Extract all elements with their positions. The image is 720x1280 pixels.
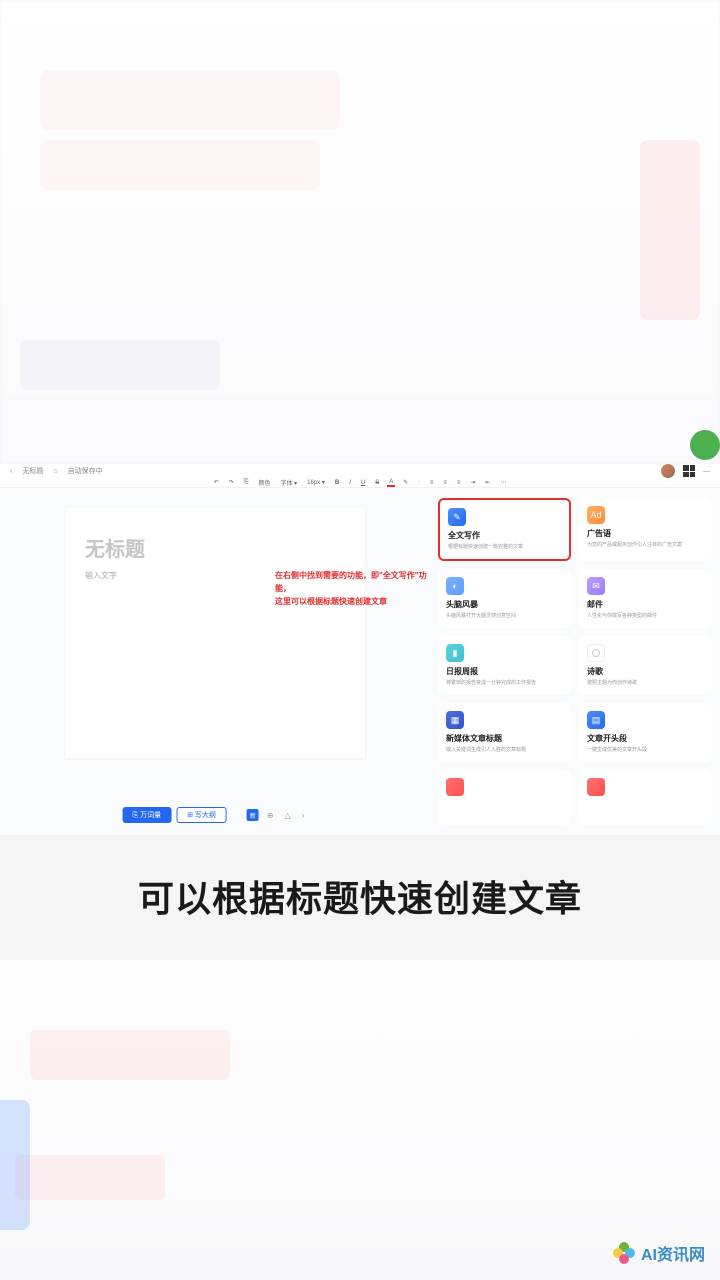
- watermark-text: AI资讯网: [641, 1241, 705, 1265]
- indicator-dot: [690, 430, 720, 460]
- bold-button[interactable]: B: [333, 480, 341, 486]
- card-icon: [446, 778, 464, 796]
- undo-button[interactable]: ↶: [212, 479, 221, 486]
- add-icon[interactable]: ⊕: [264, 811, 277, 820]
- save-status: 自动保存中: [68, 466, 103, 476]
- templates-panel: ✎ 全文写作根据标题快速创建一篇完整的文章 Ad 广告语为您的产品或服务创作引人注目的…: [430, 488, 720, 835]
- watermark-icon: [613, 1242, 635, 1264]
- apps-icon[interactable]: [683, 465, 695, 477]
- card-title: 广告语: [587, 528, 704, 539]
- underline-button[interactable]: U: [359, 480, 367, 486]
- video-caption: 可以根据标题快速创建文章: [0, 870, 720, 922]
- size-select[interactable]: 16px ▾: [305, 479, 327, 486]
- card-title: 日报周报: [446, 666, 563, 677]
- card-title: 新媒体文章标题: [446, 733, 563, 744]
- card-title: 文章开头段: [587, 733, 704, 744]
- align-left-button[interactable]: ≡: [428, 480, 436, 486]
- save-icon: ⌂: [53, 468, 57, 475]
- annotation-line: 在右侧中找到需要的功能，即"全文写作"功能，: [275, 570, 430, 596]
- blur-panel: [0, 1100, 30, 1230]
- align-right-button[interactable]: ≡: [455, 480, 463, 486]
- wordcount-button[interactable]: ⎘ 万词量: [123, 807, 172, 823]
- blur-panel: [15, 1155, 165, 1200]
- template-card[interactable]: ▦ 新媒体文章标题输入关键词生成引人入胜的文章标题: [438, 703, 571, 762]
- card-icon: ✎: [448, 508, 466, 526]
- back-icon[interactable]: ‹: [10, 468, 12, 475]
- template-card[interactable]: 诗歌按照主题为你创作诗歌: [579, 636, 712, 695]
- blur-panel: [40, 140, 320, 190]
- app-window: ‹ 无标题 ⌂ 自动保存中 — ↶ ↷ ⎘ 颜色 字体 ▾ 16px ▾ B I…: [0, 464, 720, 816]
- new-badge[interactable]: 新: [247, 809, 259, 821]
- toolbar: ↶ ↷ ⎘ 颜色 字体 ▾ 16px ▾ B I U S A ✎ | ≡ ≡ ≡…: [0, 478, 720, 488]
- card-icon: ▤: [587, 711, 605, 729]
- topbar: ‹ 无标题 ⌂ 自动保存中 —: [0, 464, 720, 478]
- outline-button[interactable]: ⊞ 写大纲: [176, 807, 227, 823]
- card-desc: 按照主题为你创作诗歌: [587, 680, 704, 687]
- card-icon: Ad: [587, 506, 605, 524]
- template-card[interactable]: ✎ 全文写作根据标题快速创建一篇完整的文章: [438, 498, 571, 561]
- card-title: 头脑风暴: [446, 599, 563, 610]
- background-blur-bottom: [0, 960, 720, 1280]
- card-title: 诗歌: [587, 666, 704, 677]
- avatar[interactable]: [661, 464, 675, 478]
- card-desc: 将繁琐的报告变成一分钟完成的工作报告: [446, 680, 563, 687]
- blur-panel: [40, 70, 340, 130]
- blur-panel: [20, 340, 220, 390]
- main-area: 无标题 输入文字 在右侧中找到需要的功能，即"全文写作"功能， 这里可以根据标题…: [0, 488, 720, 835]
- reset-button[interactable]: 颜色: [256, 478, 272, 487]
- template-card[interactable]: ✉ 邮件人性化与你撰写各种类型的邮件: [579, 569, 712, 628]
- editor-panel: 无标题 输入文字 在右侧中找到需要的功能，即"全文写作"功能， 这里可以根据标题…: [0, 488, 430, 835]
- font-select[interactable]: 字体 ▾: [278, 478, 299, 487]
- italic-button[interactable]: I: [347, 480, 353, 486]
- align-center-button[interactable]: ≡: [441, 480, 449, 486]
- format-button[interactable]: ⎘: [242, 479, 251, 486]
- template-card[interactable]: ▮ 日报周报将繁琐的报告变成一分钟完成的工作报告: [438, 636, 571, 695]
- next-icon[interactable]: ›: [299, 811, 308, 820]
- template-card[interactable]: ◐ 头脑风暴头脑风暴打开大脑灵感创意空间: [438, 569, 571, 628]
- blur-panel: [30, 1030, 230, 1080]
- card-icon: [587, 644, 605, 662]
- outdent-button[interactable]: ⇤: [483, 479, 492, 486]
- card-icon: ▦: [446, 711, 464, 729]
- card-icon: ▮: [446, 644, 464, 662]
- blur-panel: [640, 140, 700, 320]
- template-card[interactable]: [579, 770, 712, 825]
- card-desc: 根据标题快速创建一篇完整的文章: [448, 544, 561, 551]
- strike-button[interactable]: S: [373, 480, 381, 486]
- card-desc: 一键生成优美的文章开头段: [587, 747, 704, 754]
- template-card[interactable]: Ad 广告语为您的产品或服务创作引人注目的广告文案: [579, 498, 712, 561]
- card-icon: ✉: [587, 577, 605, 595]
- fontcolor-button[interactable]: A: [387, 479, 395, 487]
- indent-button[interactable]: ⇥: [468, 479, 477, 486]
- card-desc: 人性化与你撰写各种类型的邮件: [587, 613, 704, 620]
- card-desc: 为您的产品或服务创作引人注目的广告文案: [587, 542, 704, 549]
- more-button[interactable]: ⋯: [498, 479, 508, 486]
- card-icon: [587, 778, 605, 796]
- up-icon[interactable]: △: [282, 811, 294, 820]
- card-title: 邮件: [587, 599, 704, 610]
- annotation-line: 这里可以根据标题快速创建文章: [275, 596, 430, 609]
- page-name: 无标题: [22, 466, 43, 476]
- card-desc: 输入关键词生成引人入胜的文章标题: [446, 747, 563, 754]
- template-card[interactable]: ▤ 文章开头段一键生成优美的文章开头段: [579, 703, 712, 762]
- editor-bottombar: ⎘ 万词量 ⊞ 写大纲 新 ⊕ △ ›: [123, 807, 308, 823]
- document-page[interactable]: 无标题 输入文字: [65, 508, 365, 758]
- minimize-icon[interactable]: —: [703, 468, 710, 475]
- card-title: 全文写作: [448, 530, 561, 541]
- bgcolor-button[interactable]: ✎: [401, 479, 410, 486]
- doc-title-input[interactable]: 无标题: [85, 533, 345, 562]
- annotation-overlay: 在右侧中找到需要的功能，即"全文写作"功能， 这里可以根据标题快速创建文章: [275, 570, 430, 608]
- redo-button[interactable]: ↷: [227, 479, 236, 486]
- card-desc: 头脑风暴打开大脑灵感创意空间: [446, 613, 563, 620]
- watermark: AI资讯网: [613, 1241, 705, 1265]
- template-card[interactable]: [438, 770, 571, 825]
- card-icon: ◐: [446, 577, 464, 595]
